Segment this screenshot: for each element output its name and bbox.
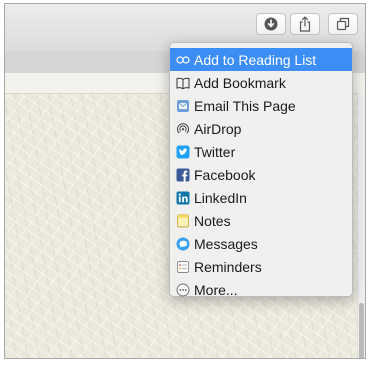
menu-item-label: Twitter: [194, 143, 236, 160]
twitter-icon: [176, 145, 190, 159]
notes-icon: [176, 214, 190, 228]
menu-item-facebook[interactable]: Facebook: [170, 163, 352, 186]
share-button[interactable]: [290, 13, 320, 35]
menu-item-reminders[interactable]: Reminders: [170, 255, 352, 278]
messages-icon: [176, 237, 190, 251]
menu-item-twitter[interactable]: Twitter: [170, 140, 352, 163]
menu-item-email-this-page[interactable]: Email This Page: [170, 94, 352, 117]
download-button[interactable]: [256, 13, 286, 35]
share-menu: Add to Reading List Add Bookmark Email T…: [169, 42, 353, 297]
vertical-scrollbar[interactable]: [357, 93, 365, 358]
scrollbar-thumb[interactable]: [359, 303, 364, 358]
menu-item-airdrop[interactable]: AirDrop: [170, 117, 352, 140]
menu-item-add-to-reading-list[interactable]: Add to Reading List: [170, 48, 352, 71]
tab-overview-button[interactable]: [328, 13, 358, 35]
more-icon: [176, 283, 190, 297]
menu-item-label: Add to Reading List: [194, 51, 317, 68]
menu-item-messages[interactable]: Messages: [170, 232, 352, 255]
menu-item-label: Notes: [194, 212, 231, 229]
menu-item-label: LinkedIn: [194, 189, 247, 206]
menu-item-label: Add Bookmark: [194, 74, 286, 91]
linkedin-icon: [176, 191, 190, 205]
share-icon: [298, 16, 312, 32]
menu-item-add-bookmark[interactable]: Add Bookmark: [170, 71, 352, 94]
facebook-icon: [176, 168, 190, 182]
mail-icon: [176, 99, 190, 113]
menu-item-label: Email This Page: [194, 97, 296, 114]
menu-item-label: AirDrop: [194, 120, 242, 137]
menu-item-linkedin[interactable]: LinkedIn: [170, 186, 352, 209]
reminders-icon: [176, 260, 190, 274]
airdrop-icon: [176, 122, 190, 136]
menu-item-label: Reminders: [194, 258, 262, 275]
menu-item-label: Messages: [194, 235, 258, 252]
menu-item-more[interactable]: More...: [170, 278, 352, 301]
menu-item-label: More...: [194, 281, 238, 298]
menu-item-label: Facebook: [194, 166, 256, 183]
download-icon: [264, 17, 278, 31]
tab-overview-icon: [336, 17, 350, 31]
menu-item-notes[interactable]: Notes: [170, 209, 352, 232]
reading-list-icon: [176, 53, 190, 67]
bookmark-icon: [176, 76, 190, 90]
